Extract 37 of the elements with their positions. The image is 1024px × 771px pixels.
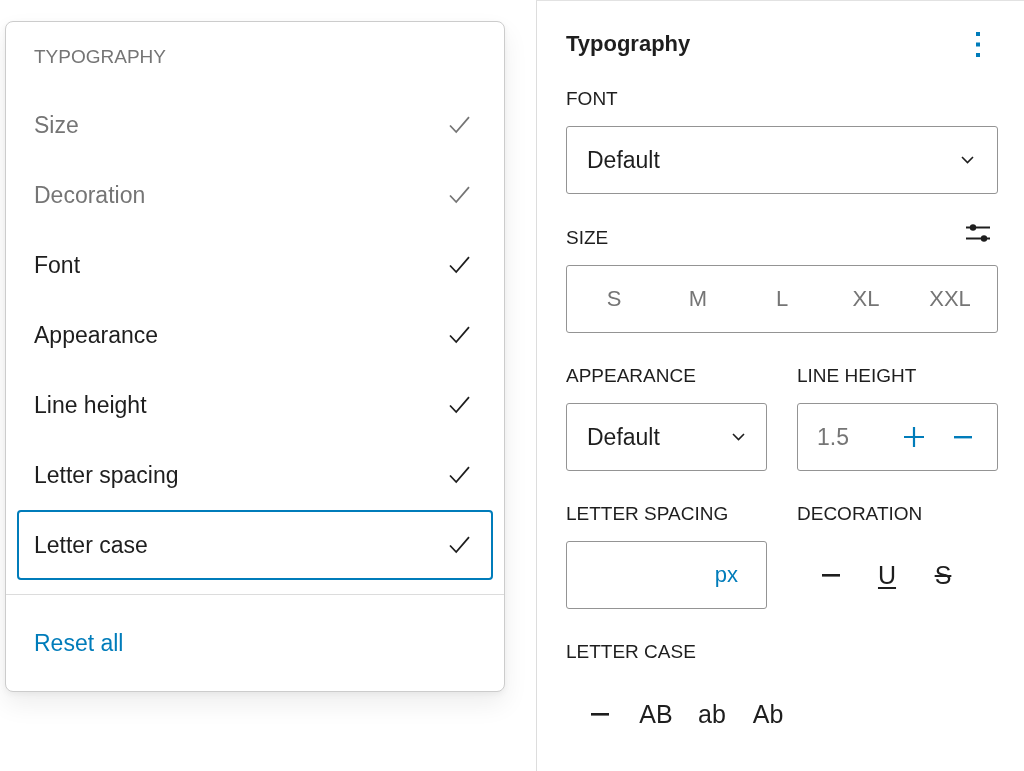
letter-case-option[interactable]: AB <box>632 690 680 738</box>
panel-title: Typography <box>566 30 691 58</box>
more-options-icon[interactable] <box>976 31 980 57</box>
letter-case-option[interactable]: ab <box>688 690 736 738</box>
plus-icon <box>904 427 924 447</box>
dash-icon <box>591 712 609 716</box>
field-label: SIZE <box>566 228 609 248</box>
field-label: LETTER CASE <box>566 642 697 662</box>
preset-option[interactable]: L <box>740 273 824 325</box>
preset-option[interactable]: M <box>656 273 740 325</box>
decoration-option[interactable]: U <box>863 551 911 599</box>
menu-heading: TYPOGRAPHY <box>34 46 166 67</box>
menu-item[interactable]: Letter case <box>17 510 493 580</box>
unit-label: px <box>714 562 738 588</box>
menu-item[interactable]: Font <box>17 230 493 300</box>
preset-option[interactable]: XXL <box>908 273 992 325</box>
preset-option[interactable]: XL <box>824 273 908 325</box>
letter-spacing-input[interactable] <box>566 541 767 609</box>
field-label: DECORATION <box>797 504 924 524</box>
sliders-icon[interactable] <box>966 224 990 242</box>
dash-icon <box>822 573 840 577</box>
decoration-option[interactable]: S <box>919 551 967 599</box>
menu-item[interactable]: Line height <box>17 370 493 440</box>
reset-all-button[interactable]: Reset all <box>34 629 124 657</box>
field-label: FONT <box>566 89 619 109</box>
menu-item[interactable]: Letter spacing <box>17 440 493 510</box>
field-label: LINE HEIGHT <box>797 366 918 386</box>
menu-item[interactable]: Appearance <box>17 300 493 370</box>
font-select[interactable]: Default <box>566 126 998 194</box>
field-label: APPEARANCE <box>566 366 697 386</box>
letter-case-option[interactable]: Ab <box>744 690 792 738</box>
appearance-select[interactable]: Default <box>566 403 767 471</box>
chevron-down-icon <box>732 433 745 441</box>
minus-icon <box>954 435 972 439</box>
field-label: LETTER SPACING <box>566 504 730 524</box>
chevron-down-icon <box>961 156 974 164</box>
preset-option[interactable]: S <box>572 273 656 325</box>
